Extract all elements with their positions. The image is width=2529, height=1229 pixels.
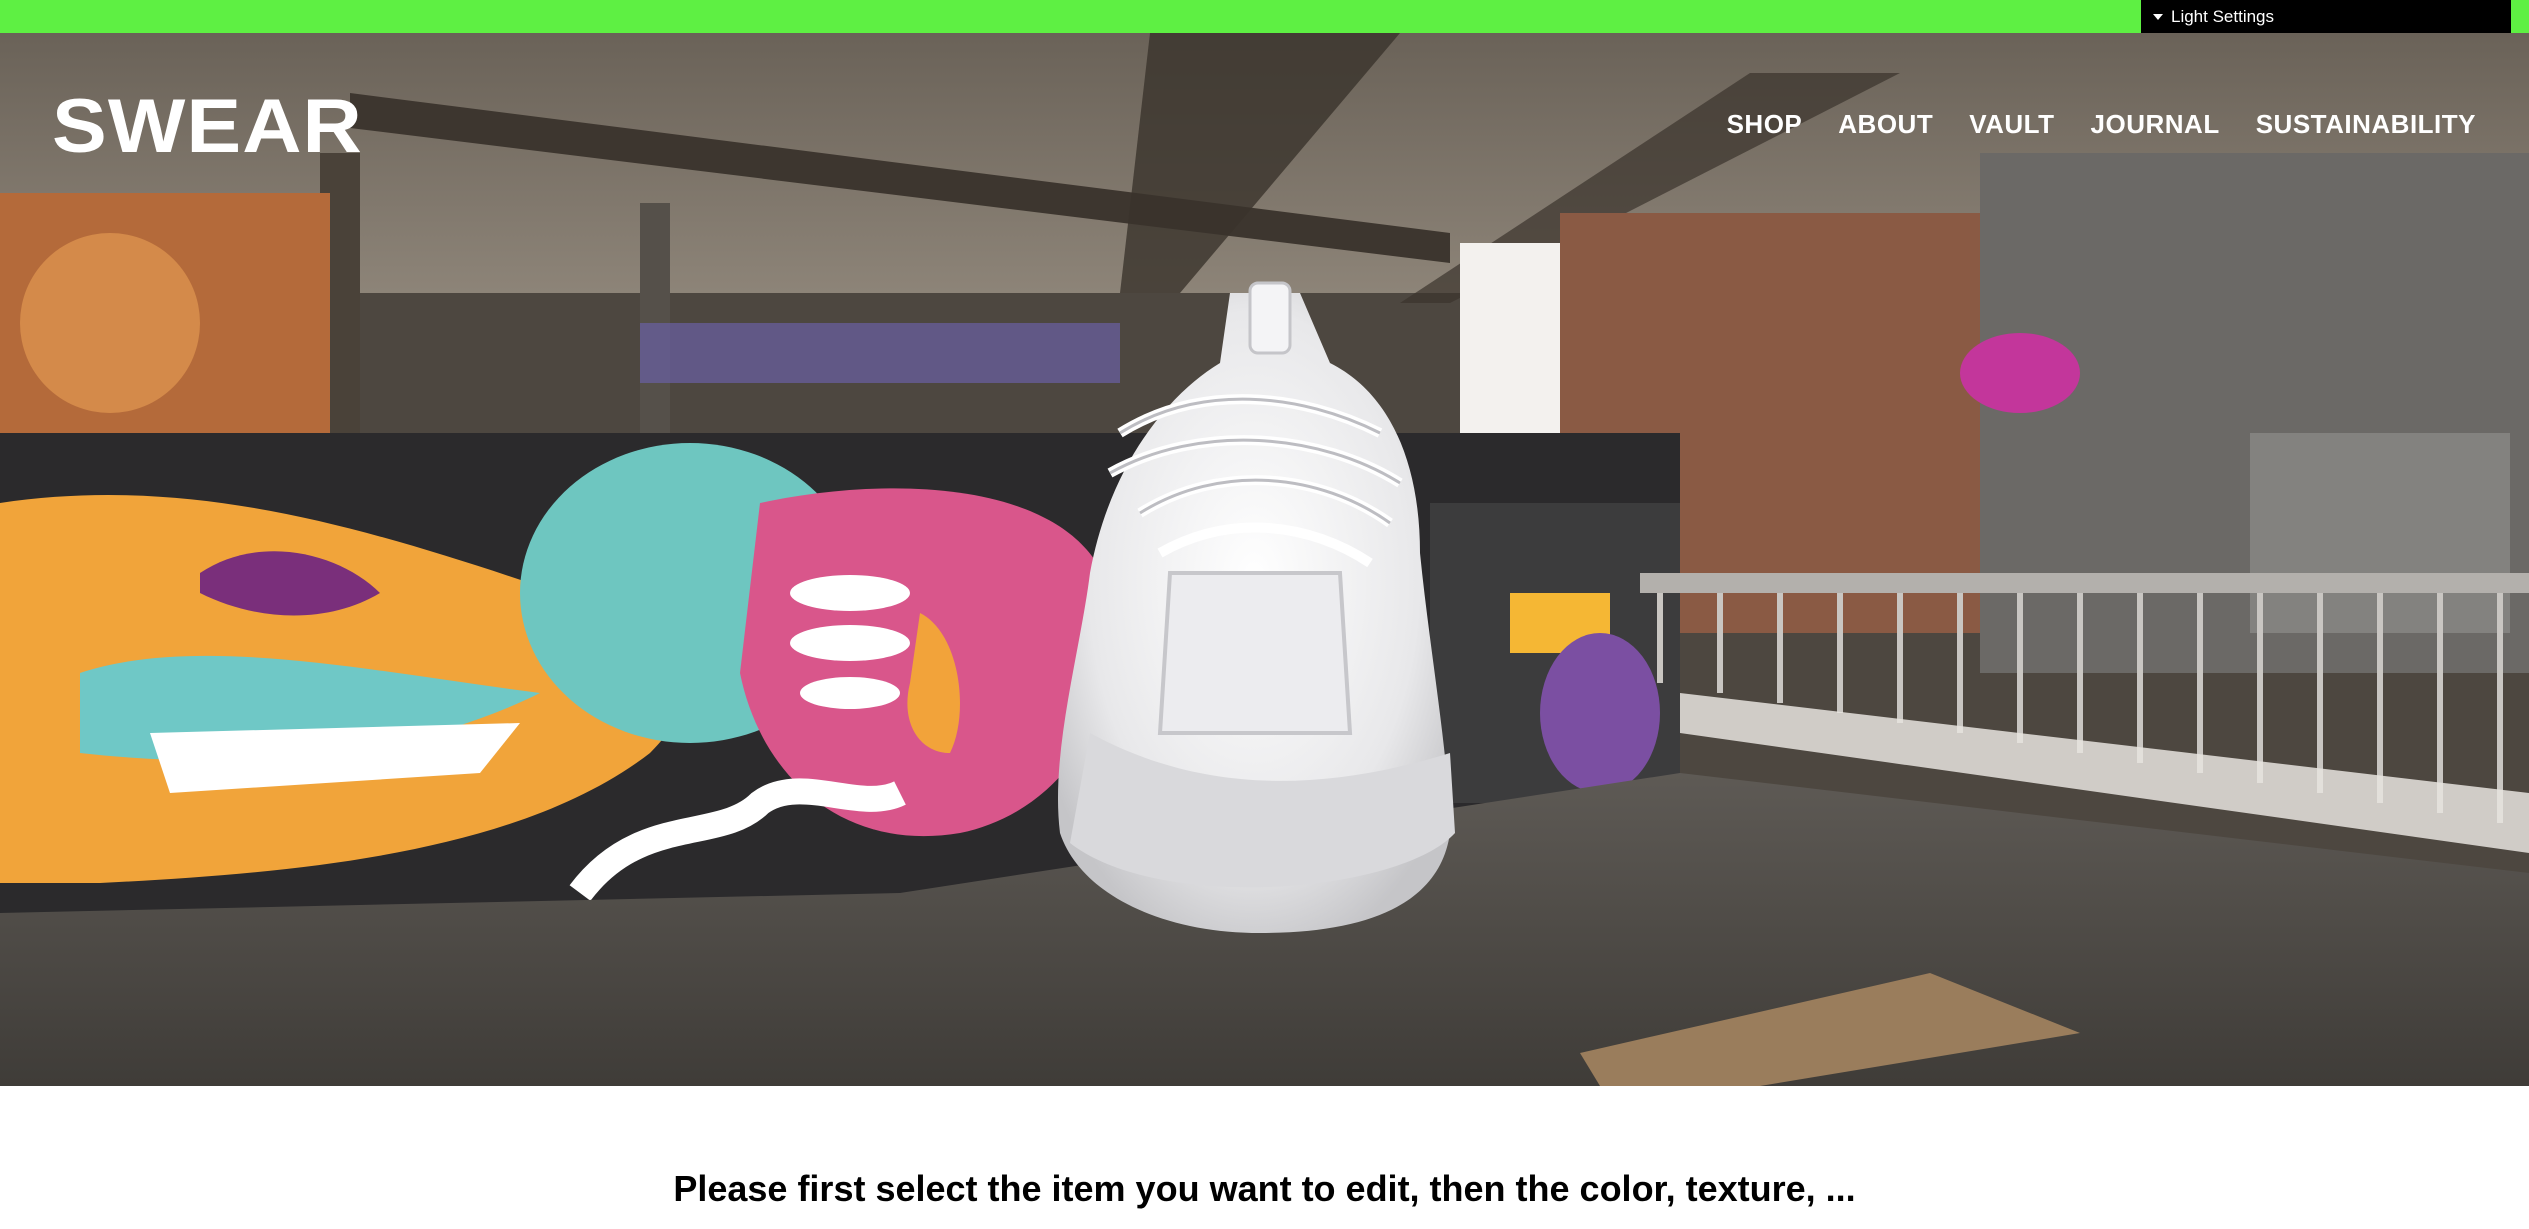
- caret-down-icon: [2153, 13, 2163, 20]
- nav-about[interactable]: ABOUT: [1838, 109, 1933, 140]
- editor-instruction-text: Please first select the item you want to…: [673, 1168, 1856, 1209]
- warehouse-background: [0, 33, 2529, 1086]
- light-settings-label: Light Settings: [2171, 7, 2275, 26]
- light-settings-toggle[interactable]: Light Settings: [2141, 0, 2511, 33]
- main-navigation: SHOP ABOUT VAULT JOURNAL SUSTAINABILITY: [1727, 109, 2476, 140]
- nav-vault[interactable]: VAULT: [1969, 109, 2054, 140]
- nav-shop[interactable]: SHOP: [1727, 109, 1803, 140]
- nav-sustainability[interactable]: SUSTAINABILITY: [2256, 109, 2476, 140]
- 3d-viewer-canvas[interactable]: SWEAR SHOP ABOUT VAULT JOURNAL SUSTAINAB…: [0, 33, 2529, 1086]
- brand-logo[interactable]: SWEAR: [52, 89, 363, 165]
- nav-journal[interactable]: JOURNAL: [2091, 109, 2220, 140]
